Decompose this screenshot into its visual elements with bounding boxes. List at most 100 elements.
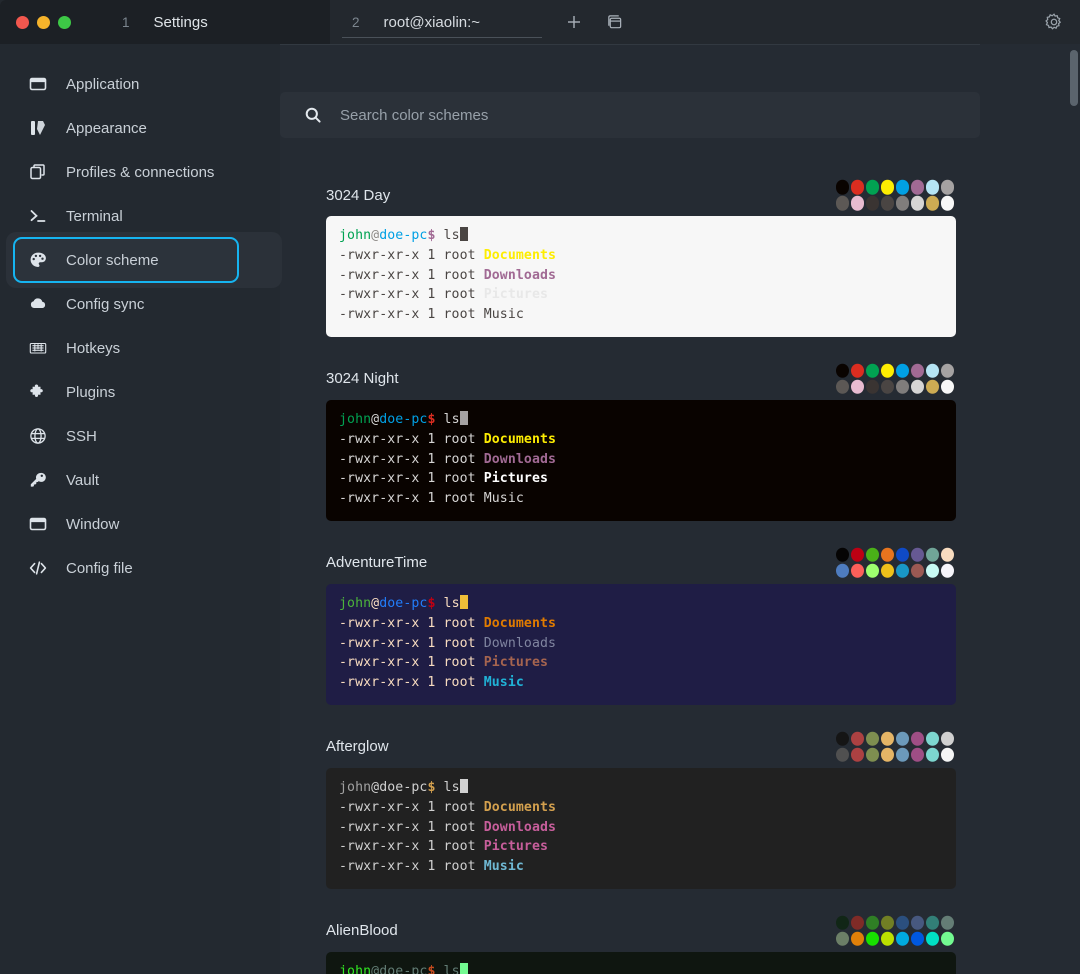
- color-swatch: [835, 731, 849, 747]
- color-swatch: [850, 379, 864, 395]
- color-swatch: [940, 563, 954, 579]
- sidebar-item-config-sync[interactable]: Config sync: [14, 282, 266, 326]
- preview-prompt-line: john@doe-pc$ ls: [339, 226, 943, 246]
- new-tab-button[interactable]: [554, 0, 594, 44]
- color-swatch: [940, 731, 954, 747]
- color-scheme-name: AlienBlood: [326, 922, 398, 940]
- color-swatch: [925, 195, 939, 211]
- preview-file-line: -rwxr-xr-x 1 root Pictures: [339, 287, 549, 303]
- color-swatch: [850, 363, 864, 379]
- application-icon: [28, 74, 48, 94]
- minimize-window-button[interactable]: [37, 15, 50, 29]
- tab-terminal[interactable]: 2 root@xiaolin:~: [330, 0, 554, 44]
- color-scheme-preview: john@doe-pc$ ls-rwxr-xr-x 1 root Documen…: [326, 399, 956, 521]
- color-swatch: [910, 563, 924, 579]
- window-icon[interactable]: [594, 0, 634, 44]
- preview-file-line: -rwxr-xr-x 1 root Music: [339, 491, 524, 507]
- preview-file-line: -rwxr-xr-x 1 root Downloads: [339, 451, 557, 467]
- sidebar-item-ssh[interactable]: SSH: [14, 414, 266, 458]
- close-window-button[interactable]: [16, 15, 29, 29]
- color-swatch: [835, 915, 849, 931]
- color-swatch: [940, 931, 954, 947]
- preview-file-line: -rwxr-xr-x 1 root Pictures: [339, 471, 549, 487]
- sidebar-item-terminal[interactable]: Terminal: [14, 194, 266, 238]
- color-swatch: [865, 379, 879, 395]
- search-input[interactable]: Search color schemes: [340, 107, 488, 124]
- color-swatch: [835, 379, 849, 395]
- color-swatch: [925, 931, 939, 947]
- color-swatch: [895, 731, 909, 747]
- tab-number: 1: [122, 14, 130, 30]
- color-swatch: [895, 179, 909, 195]
- color-swatch: [835, 363, 849, 379]
- color-swatch: [880, 915, 894, 931]
- color-swatch: [865, 915, 879, 931]
- sidebar-item-plugins[interactable]: Plugins: [14, 370, 266, 414]
- color-swatch: [910, 915, 924, 931]
- color-swatch: [865, 179, 879, 195]
- preview-file-line: -rwxr-xr-x 1 root Pictures: [339, 839, 549, 855]
- color-scheme-card[interactable]: 3024 Night john@doe-pc$ ls -rwxr-xr-x 1 ro…: [280, 358, 980, 521]
- search-icon: [304, 106, 322, 124]
- color-swatch: [880, 563, 894, 579]
- preview-prompt-line: john@doe-pc$ ls: [339, 410, 943, 430]
- color-scheme-card[interactable]: AlienBlood john@doe-pc$ ls-rwxr-xr-x 1 ro…: [280, 910, 980, 974]
- preview-file-line: -rwxr-xr-x 1 root Downloads: [339, 635, 557, 651]
- sidebar-item-hotkeys[interactable]: Hotkeys: [14, 326, 266, 370]
- search-bar[interactable]: Search color schemes: [280, 92, 980, 138]
- color-swatch: [835, 195, 849, 211]
- color-swatch: [850, 931, 864, 947]
- sidebar-item-config-file[interactable]: Config file: [14, 546, 266, 590]
- color-scheme-card[interactable]: AdventureTime john@doe-pc$ ls -rwxr-xr-x 1…: [280, 542, 980, 705]
- color-swatch: [895, 915, 909, 931]
- scrollbar-thumb[interactable]: [1070, 50, 1078, 106]
- color-scheme-card[interactable]: 3024 Day john@doe-pc$ ls -rwxr-xr-x 1 root…: [280, 174, 980, 337]
- color-swatch: [925, 363, 939, 379]
- code-icon: [28, 558, 48, 578]
- color-swatch: [880, 195, 894, 211]
- color-swatch-grid: [835, 363, 954, 395]
- color-scheme-name: 3024 Day: [326, 186, 391, 204]
- terminal-icon: [28, 206, 48, 226]
- color-swatch: [925, 547, 939, 563]
- sidebar-item-window[interactable]: Window: [14, 502, 266, 546]
- color-swatch: [865, 195, 879, 211]
- sidebar-item-label: Application: [66, 75, 140, 93]
- color-swatch: [880, 747, 894, 763]
- color-swatch: [910, 363, 924, 379]
- color-scheme-header: Afterglow: [280, 726, 980, 768]
- color-scheme-header: 3024 Night: [280, 358, 980, 400]
- app-root: -rwxr-xr-x 1 root Music 1 Settings 2 roo…: [0, 0, 1080, 974]
- appearance-icon: [28, 118, 48, 138]
- gear-icon[interactable]: [1028, 0, 1080, 44]
- color-swatch: [880, 931, 894, 947]
- sidebar-item-application[interactable]: Application: [14, 62, 266, 106]
- tab-settings[interactable]: 1 Settings: [100, 0, 330, 44]
- color-swatch: [895, 747, 909, 763]
- sidebar-item-color-scheme[interactable]: Color scheme: [6, 232, 282, 288]
- color-scheme-name: AdventureTime: [326, 554, 428, 572]
- color-swatch: [895, 379, 909, 395]
- maximize-window-button[interactable]: [58, 15, 71, 29]
- color-swatch: [835, 563, 849, 579]
- sidebar-item-label: Vault: [66, 471, 100, 489]
- color-scheme-card[interactable]: Afterglow john@doe-pc$ ls -rwxr-xr-x 1 roo…: [280, 726, 980, 889]
- color-swatch: [910, 747, 924, 763]
- preview-prompt-line: john@doe-pc$ ls: [339, 962, 943, 974]
- color-swatch: [910, 179, 924, 195]
- color-swatch: [940, 379, 954, 395]
- content-scrollbar[interactable]: [1070, 44, 1080, 974]
- sidebar-item-profiles-connections[interactable]: Profiles & connections: [14, 150, 266, 194]
- color-swatch: [850, 179, 864, 195]
- sidebar-item-vault[interactable]: Vault: [14, 458, 266, 502]
- color-scheme-header: AlienBlood: [280, 910, 980, 952]
- color-swatch: [865, 563, 879, 579]
- color-scheme-name: Afterglow: [326, 738, 389, 756]
- color-swatch: [925, 179, 939, 195]
- color-swatch: [895, 547, 909, 563]
- color-swatch: [940, 179, 954, 195]
- color-swatch: [865, 363, 879, 379]
- sidebar-item-appearance[interactable]: Appearance: [14, 106, 266, 150]
- sidebar-item-label: Hotkeys: [66, 339, 121, 357]
- color-swatch: [895, 195, 909, 211]
